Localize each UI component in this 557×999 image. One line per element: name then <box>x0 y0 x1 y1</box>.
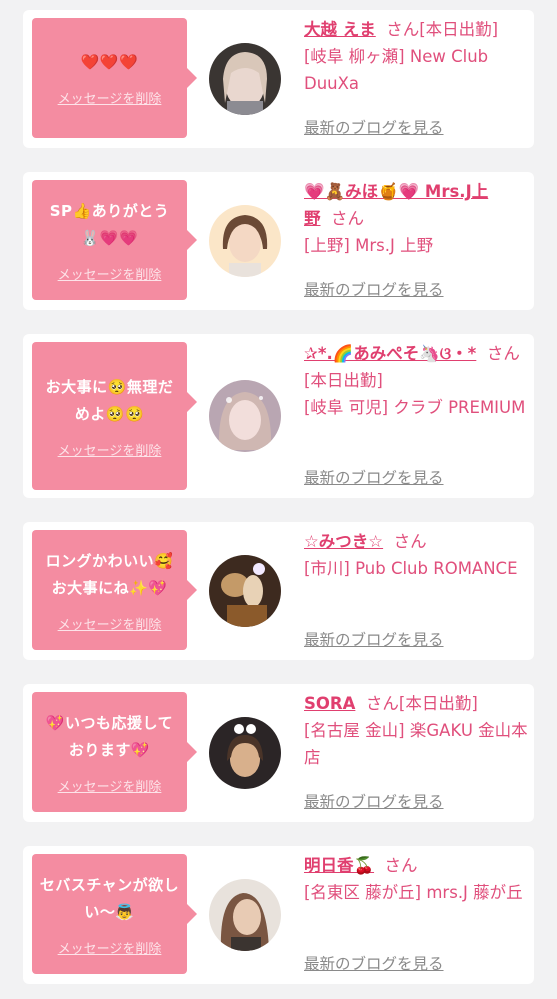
shop-location: [岐阜 可児] クラブ PREMIUM <box>304 398 526 417</box>
honorific: さん <box>386 20 420 39</box>
message-card: セバスチャンが欲しい〜👼 メッセージを削除 明日香🍒 さん [名東区 藤が丘] … <box>23 846 534 984</box>
delete-message-link[interactable]: メッセージを削除 <box>58 264 162 283</box>
delete-message-link[interactable]: メッセージを削除 <box>58 776 162 795</box>
message-bubble: お大事に🥺無理だめよ🥺🥺 メッセージを削除 <box>32 342 197 490</box>
user-info: 💗🧸みほ🍯💗 Mrs.J上野 さん [上野] Mrs.J 上野 <box>304 178 529 259</box>
avatar[interactable] <box>209 555 281 627</box>
user-name-link[interactable]: ☆みつき☆ <box>304 532 383 551</box>
latest-blog-link[interactable]: 最新のブログを見る <box>304 628 444 650</box>
delete-message-link[interactable]: メッセージを削除 <box>58 938 162 957</box>
message-bubble: 💖いつも応援して おります💖 メッセージを削除 <box>32 692 197 812</box>
message-bubble: ロングかわいい🥰 お大事にね✨💖 メッセージを削除 <box>32 530 197 650</box>
message-text: ロングかわいい🥰 お大事にね✨💖 <box>45 551 174 597</box>
message-bubble: SP👍ありがとう 🐰💗💗 メッセージを削除 <box>32 180 197 300</box>
user-name-link[interactable]: 大越 えま <box>304 20 376 39</box>
avatar[interactable] <box>209 43 281 115</box>
message-text: 💖いつも応援して おります💖 <box>45 713 174 759</box>
message-text: SP👍ありがとう 🐰💗💗 <box>49 201 170 247</box>
avatar[interactable] <box>209 205 281 277</box>
latest-blog-link[interactable]: 最新のブログを見る <box>304 790 444 812</box>
user-info: 明日香🍒 さん [名東区 藤が丘] mrs.J 藤が丘 <box>304 852 529 906</box>
honorific: さん <box>486 344 520 363</box>
message-card: お大事に🥺無理だめよ🥺🥺 メッセージを削除 ✰*.🌈あみぺそ🦄ଓ・* さん [本日… <box>23 334 534 498</box>
delete-message-link[interactable]: メッセージを削除 <box>58 440 162 459</box>
user-info: 大越 えま さん[本日出勤] [岐阜 柳ヶ瀬] New Club DuuXa <box>304 16 529 97</box>
message-text: セバスチャンが欲しい〜👼 <box>39 875 180 921</box>
message-card: 💖いつも応援して おります💖 メッセージを削除 SORA さん[本日出勤] [名… <box>23 684 534 822</box>
user-info: ✰*.🌈あみぺそ🦄ଓ・* さん [本日出勤] [岐阜 可児] クラブ PREMIU… <box>304 340 529 421</box>
status-badge: [本日出勤] <box>398 694 478 713</box>
honorific: さん <box>365 694 399 713</box>
message-card: ロングかわいい🥰 お大事にね✨💖 メッセージを削除 ☆みつき☆ さん [市川] … <box>23 522 534 660</box>
message-text: ❤️❤️❤️ <box>80 53 139 71</box>
user-name-link[interactable]: SORA <box>304 694 355 713</box>
message-card: SP👍ありがとう 🐰💗💗 メッセージを削除 💗🧸みほ🍯💗 Mrs.J上野 さん … <box>23 172 534 310</box>
shop-location: [上野] Mrs.J 上野 <box>304 236 434 255</box>
honorific: さん <box>393 532 427 551</box>
user-info: SORA さん[本日出勤] [名古屋 金山] 楽GAKU 金山本店 <box>304 690 529 771</box>
latest-blog-link[interactable]: 最新のブログを見る <box>304 952 444 974</box>
avatar[interactable] <box>209 717 281 789</box>
honorific: さん <box>331 209 364 228</box>
status-badge: [本日出勤] <box>419 20 499 39</box>
shop-location: [名東区 藤が丘] mrs.J 藤が丘 <box>304 883 523 902</box>
shop-location: [岐阜 柳ヶ瀬] New Club DuuXa <box>304 47 489 93</box>
latest-blog-link[interactable]: 最新のブログを見る <box>304 116 444 138</box>
avatar[interactable] <box>209 380 281 452</box>
status-badge: [本日出勤] <box>304 371 383 390</box>
message-bubble: セバスチャンが欲しい〜👼 メッセージを削除 <box>32 854 197 974</box>
user-info: ☆みつき☆ さん [市川] Pub Club ROMANCE <box>304 528 529 582</box>
shop-location: [名古屋 金山] 楽GAKU 金山本店 <box>304 721 528 767</box>
message-card: ❤️❤️❤️ メッセージを削除 大越 えま さん[本日出勤] [岐阜 柳ヶ瀬] … <box>23 10 534 148</box>
latest-blog-link[interactable]: 最新のブログを見る <box>304 278 444 300</box>
message-text: お大事に🥺無理だめよ🥺🥺 <box>45 377 174 423</box>
latest-blog-link[interactable]: 最新のブログを見る <box>304 466 444 488</box>
delete-message-link[interactable]: メッセージを削除 <box>58 614 162 633</box>
shop-location: [市川] Pub Club ROMANCE <box>304 559 518 578</box>
delete-message-link[interactable]: メッセージを削除 <box>58 88 162 107</box>
user-name-link[interactable]: ✰*.🌈あみぺそ🦄ଓ・* <box>304 344 476 363</box>
avatar[interactable] <box>209 879 281 951</box>
message-bubble: ❤️❤️❤️ メッセージを削除 <box>32 18 197 138</box>
honorific: さん <box>384 856 418 875</box>
user-name-link[interactable]: 明日香🍒 <box>304 856 374 875</box>
